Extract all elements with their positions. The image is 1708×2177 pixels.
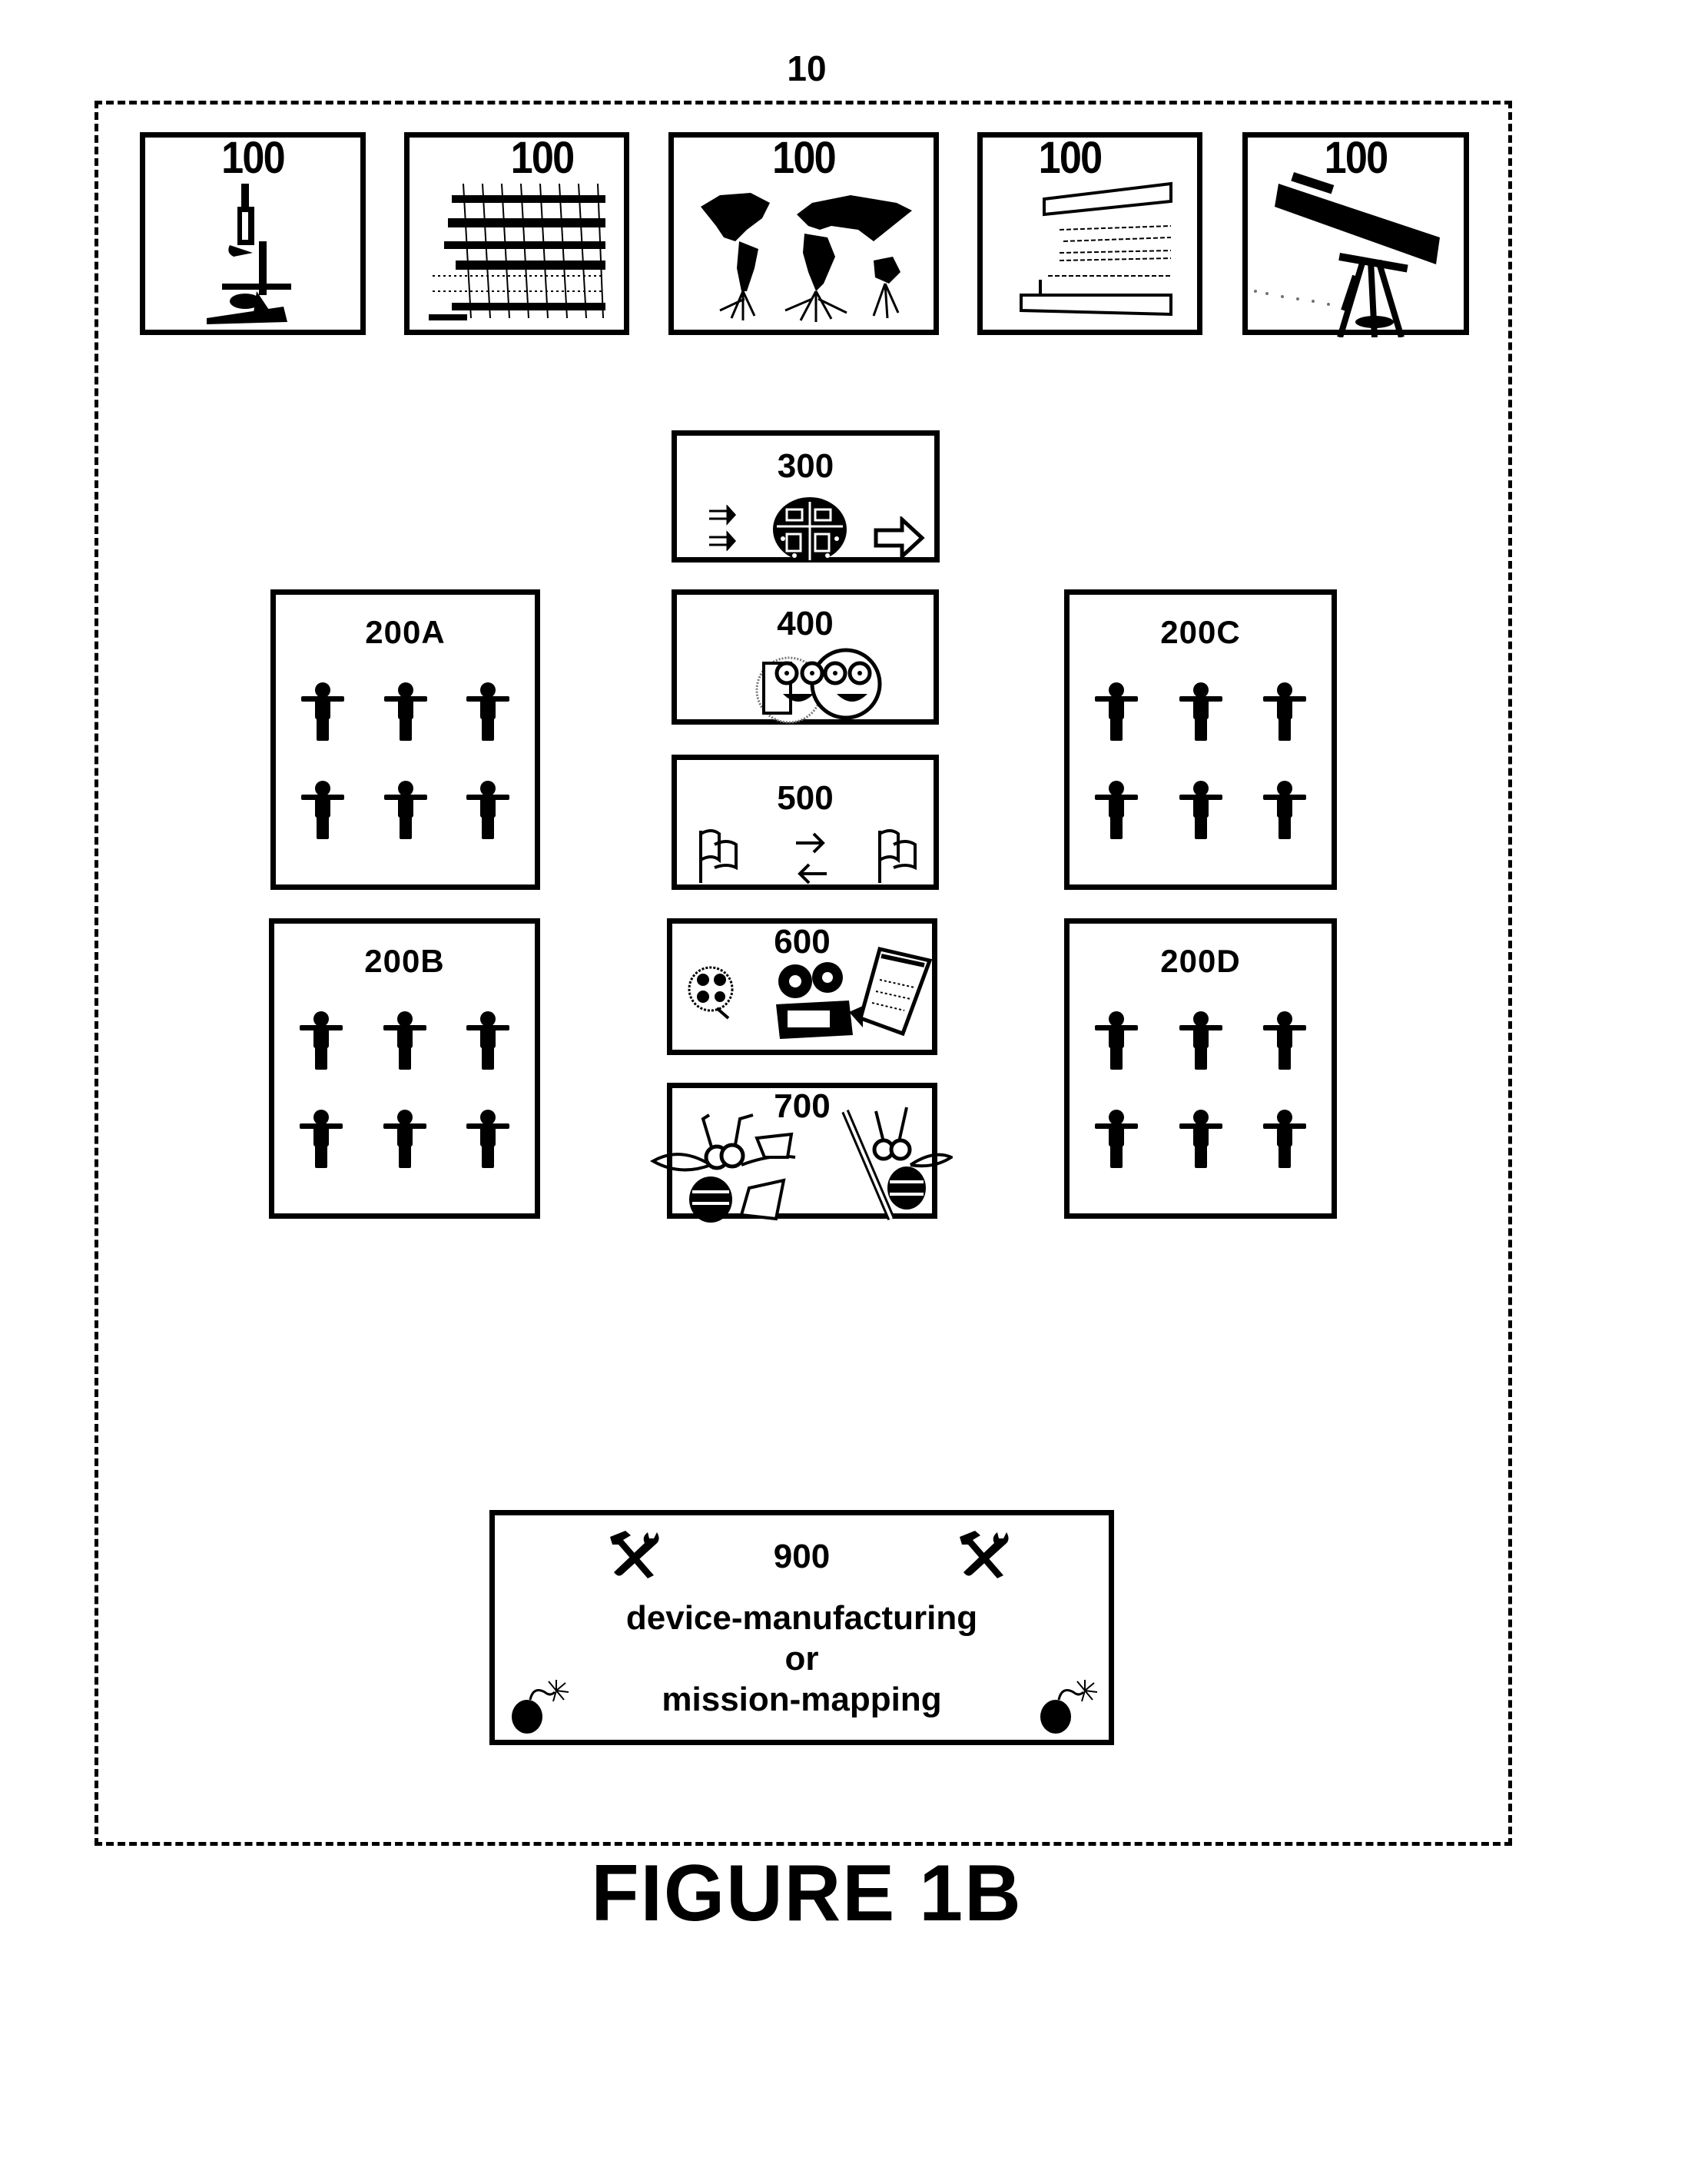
dna-gel-sequence-icon [429,184,605,320]
group-label: 200D [1160,943,1241,979]
person-icon [383,681,429,742]
resource-box-telescope: 100 [1242,132,1469,337]
people-grid [274,1010,535,1183]
resource-label: 100 [510,133,575,183]
world-map-roots-icon [701,193,912,322]
box-900-label: 900 [773,1538,831,1575]
person-icon [1178,681,1224,742]
resource-box-sequence: 100 [404,132,629,335]
person-icon [1262,681,1308,742]
box-900: 900 device-manufacturing or mission-mapp… [489,1510,1114,1745]
person-icon [298,1010,344,1071]
resource-box-books: 100 [977,132,1202,335]
flag-icon [699,829,738,883]
film-reel-icon [688,966,734,1020]
person-icon [1262,1108,1308,1170]
group-label: 200C [1160,614,1241,650]
bee-with-pencil-icon [841,1107,953,1220]
person-icon [465,1108,511,1170]
faces-with-glasses-icon [755,648,882,724]
group-label: 200A [365,614,446,650]
outline-arrow-right-icon [874,516,925,559]
figure-title: FIGURE 1B [591,1849,1023,1938]
person-icon [465,681,511,742]
person-icon [1178,1010,1224,1071]
people-grid [1070,1010,1332,1183]
person-icon [1262,779,1308,841]
person-icon [1093,779,1139,841]
books-stack-icon [1020,181,1172,317]
user-group-200B: 200B [269,918,540,1219]
person-icon [1093,1010,1139,1071]
resource-label: 100 [1038,133,1103,183]
user-group-200C: 200C [1064,589,1337,890]
box-400: 400 [672,589,939,725]
person-icon [382,1108,428,1170]
telescope-icon [1254,172,1440,337]
person-icon [382,1010,428,1071]
person-icon [298,1108,344,1170]
person-icon [465,1010,511,1071]
box-300: 300 [672,430,940,563]
person-icon [1093,681,1139,742]
box-300-label: 300 [777,447,834,485]
microscope-icon [207,184,291,324]
people-grid [1070,681,1332,854]
box-600: 600 [667,918,937,1055]
double-arrows-icon [709,505,737,551]
box-900-line2: or [784,1640,819,1678]
hammer-wrench-icon [960,1531,1009,1578]
box-400-label: 400 [777,605,834,642]
bomb-icon [1040,1680,1098,1734]
notepad-icon [857,947,933,1037]
person-icon [1262,1010,1308,1071]
resource-box-world: 100 [668,132,939,335]
person-icon [1093,1108,1139,1170]
bomb-icon [512,1680,569,1734]
resource-box-microscope: 100 [140,132,366,335]
user-group-200D: 200D [1064,918,1337,1219]
box-700: 700 [649,1083,953,1223]
bee-with-papers-icon [649,1113,796,1223]
person-icon [300,779,346,841]
user-group-200A: 200A [270,589,540,890]
movie-projector-icon [776,962,863,1039]
people-grid [276,681,535,854]
box-900-line1: device-manufacturing [625,1599,978,1637]
person-icon [300,681,346,742]
resource-label: 100 [772,133,837,183]
exchange-arrows-icon [796,832,827,884]
person-icon [465,779,511,841]
box-500: 500 [672,755,939,890]
resource-label: 100 [221,133,286,183]
person-icon [1178,1108,1224,1170]
box-500-label: 500 [777,779,834,817]
box-900-line3: mission-mapping [662,1681,942,1718]
person-icon [383,779,429,841]
circuit-globe-icon [773,497,847,562]
figure-reference-number: 10 [787,48,827,88]
group-label: 200B [364,943,445,979]
flag-icon [878,829,917,883]
person-icon [1178,779,1224,841]
